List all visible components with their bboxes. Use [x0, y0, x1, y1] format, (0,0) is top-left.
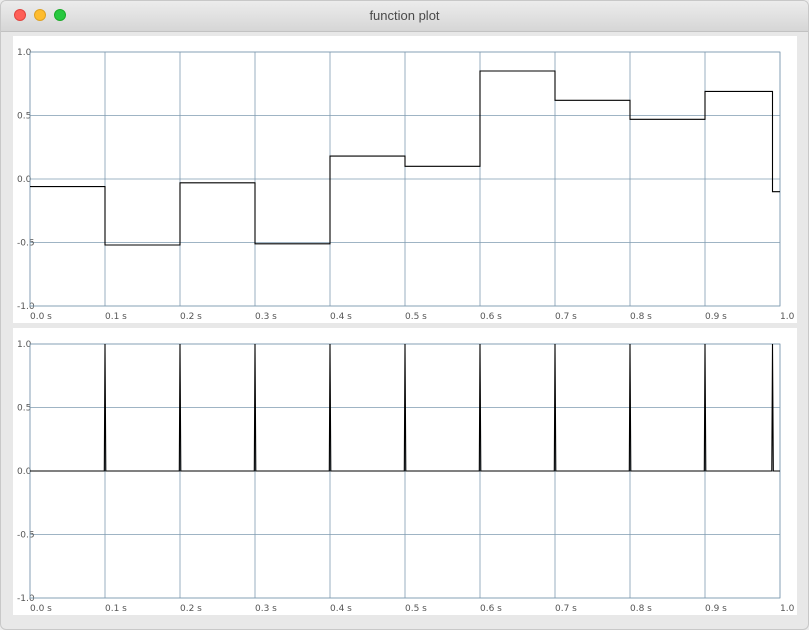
x-tick-label: 0.1 s — [105, 604, 127, 614]
bottom-plot-panel: 0.0 s 0.1 s 0.2 s 0.3 s 0.4 s 0.5 s 0.6 s 0.7 s… — [13, 328, 797, 615]
x-tick-label: 0.7 s — [555, 312, 577, 322]
window-title: function plot — [369, 8, 440, 23]
y-tick-label: -1.0 — [17, 302, 35, 312]
x-tick-label: 0.9 s — [705, 604, 727, 614]
bottom-plot: 0.0 s 0.1 s 0.2 s 0.3 s 0.4 s 0.5 s 0.6 s 0.7 s… — [17, 340, 795, 614]
top-plot-panel: 0.0 s 0.1 s 0.2 s 0.3 s 0.4 s 0.5 s 0.6 s 0.7 s… — [13, 36, 797, 323]
x-tick-label: 0.6 s — [480, 312, 502, 322]
x-tick-label: 0.2 s — [180, 604, 202, 614]
x-tick-label: 0.5 s — [405, 312, 427, 322]
top-plot: 0.0 s 0.1 s 0.2 s 0.3 s 0.4 s 0.5 s 0.6 s 0.7 s… — [17, 48, 795, 322]
x-tick-label: 0.3 s — [255, 604, 277, 614]
y-tick-label: 0.0 — [17, 175, 32, 185]
y-tick-label: -1.0 — [17, 594, 35, 604]
x-tick-label: 0.6 s — [480, 604, 502, 614]
x-tick-label: 0.9 s — [705, 312, 727, 322]
x-tick-label: 1.0 — [780, 604, 795, 614]
x-tick-label: 0.0 s — [30, 312, 52, 322]
x-tick-label: 0.5 s — [405, 604, 427, 614]
y-tick-label: -0.5 — [17, 239, 35, 249]
x-tick-label: 0.8 s — [630, 312, 652, 322]
y-tick-label: -0.5 — [17, 531, 35, 541]
y-tick-label: 1.0 — [17, 48, 32, 58]
x-tick-label: 0.3 s — [255, 312, 277, 322]
x-tick-label: 0.4 s — [330, 312, 352, 322]
y-tick-label: 0.0 — [17, 467, 32, 477]
y-tick-label: 0.5 — [17, 112, 31, 122]
title-bar[interactable]: function plot — [1, 1, 808, 32]
x-tick-label: 0.0 s — [30, 604, 52, 614]
app-window: function plot 0.0 s 0.1 s 0.2 s 0.3 s 0.4 s0… — [0, 0, 809, 630]
x-tick-label: 1.0 — [780, 312, 795, 322]
x-tick-label: 0.2 s — [180, 312, 202, 322]
x-tick-label: 0.1 s — [105, 312, 127, 322]
x-tick-label: 0.4 s — [330, 604, 352, 614]
x-tick-label: 0.8 s — [630, 604, 652, 614]
y-tick-label: 1.0 — [17, 340, 32, 350]
y-tick-label: 0.5 — [17, 404, 31, 414]
x-tick-label: 0.7 s — [555, 604, 577, 614]
